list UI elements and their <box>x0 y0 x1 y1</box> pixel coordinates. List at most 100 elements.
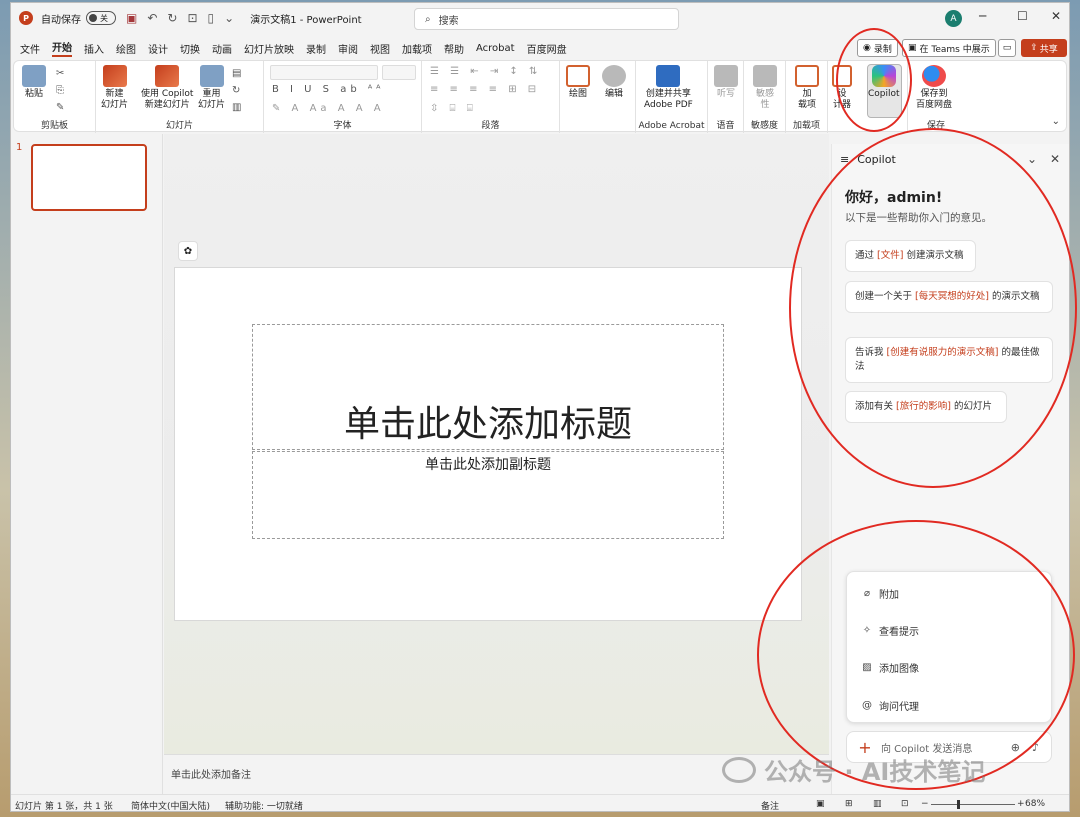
tab-file[interactable]: 文件 <box>20 41 40 56</box>
redo-icon[interactable]: ↻ <box>167 11 177 25</box>
layout-tools[interactable]: ▤ ↻ ▥ <box>232 65 241 116</box>
tab-acrobat[interactable]: Acrobat <box>476 43 515 54</box>
align-row[interactable]: ≡ ≡ ≡ ≡ ⊞ ⊟ <box>430 84 540 95</box>
dictate-button[interactable]: 听写 <box>714 65 738 100</box>
sensitivity-button[interactable]: 敏感 性 <box>753 65 777 111</box>
font-format-row[interactable]: B I U S ab ᴬᴬ <box>272 84 384 95</box>
slide-thumbnail[interactable] <box>31 144 147 211</box>
designer-button[interactable]: 设 计器 <box>832 65 852 111</box>
suggestion-card[interactable]: 告诉我 [创建有说服力的演示文稿] 的最佳做法 <box>845 337 1053 383</box>
hamburger-icon[interactable]: ≡ <box>840 153 849 166</box>
status-bar: 幻灯片 第 1 张，共 1 张 简体中文(中国大陆) 辅助功能: 一切就绪 备注… <box>11 794 1069 812</box>
tab-baidu[interactable]: 百度网盘 <box>527 41 567 56</box>
suggestion-card[interactable]: 创建一个关于 [每天冥想的好处] 的演示文稿 <box>845 281 1053 313</box>
zoom-slider[interactable] <box>931 804 1015 805</box>
new-slide-button[interactable]: 新建 幻灯片 <box>101 65 128 111</box>
create-pdf-button[interactable]: 创建并共享 Adobe PDF <box>644 65 693 111</box>
tab-transitions[interactable]: 切换 <box>180 41 200 56</box>
editing-button[interactable]: 编辑 <box>602 65 626 100</box>
font-group-label: 字体 <box>333 121 352 131</box>
tab-help[interactable]: 帮助 <box>444 41 464 56</box>
paste-button[interactable]: 粘贴 <box>22 65 46 100</box>
tab-view[interactable]: 视图 <box>370 41 390 56</box>
tab-draw[interactable]: 绘图 <box>116 41 136 56</box>
title-placeholder[interactable]: 单击此处添加标题 <box>252 324 724 450</box>
slide-thumbnails: 1 <box>11 134 163 794</box>
copilot-button[interactable]: Copilot <box>868 65 900 100</box>
document-title: 演示文稿1 - PowerPoint <box>250 14 362 26</box>
tab-design[interactable]: 设计 <box>148 41 168 56</box>
present-icon[interactable]: ⊡ <box>187 11 197 25</box>
normal-view-icon[interactable]: ▣ <box>816 799 825 809</box>
suggestion-card[interactable]: 添加有关 [旅行的影响] 的幻灯片 <box>845 391 1007 423</box>
comment-icon: ▭ <box>1002 43 1012 53</box>
customize-qat-icon[interactable]: ⌄ <box>224 11 234 25</box>
menu-item-view-prompts[interactable]: ✧ 查看提示 <box>861 623 919 638</box>
comments-button[interactable]: ▭ <box>998 39 1016 57</box>
zoom-in-icon[interactable]: + <box>1017 799 1025 809</box>
list-row[interactable]: ☰ ☰ ⇤ ⇥ ↕ ⇅ <box>430 66 541 77</box>
reading-view-icon[interactable]: ▥ <box>873 799 882 809</box>
spacing-row[interactable]: ⇳ ⌸ ⌸ <box>430 103 477 114</box>
tab-insert[interactable]: 插入 <box>84 41 104 56</box>
undo-icon[interactable]: ↶ <box>147 11 157 25</box>
menu-item-add-image[interactable]: ▨ 添加图像 <box>861 660 919 675</box>
tab-animations[interactable]: 动画 <box>212 41 232 56</box>
designer-chip-icon[interactable]: ✿ <box>178 241 198 261</box>
clipboard-group-label: 剪贴板 <box>40 121 68 131</box>
reuse-slides-button[interactable]: 重用 幻灯片 <box>198 65 225 111</box>
group-sensitivity: 敏感 性 敏感度 <box>744 61 786 133</box>
font-name-box[interactable] <box>270 65 378 80</box>
autosave-state: 关 <box>100 13 108 23</box>
slide-canvas[interactable]: 单击此处添加标题 单击此处添加副标题 <box>174 267 802 621</box>
menu-item-ask-agent[interactable]: @ 询问代理 <box>861 698 919 713</box>
pane-close-icon[interactable]: ✕ <box>1050 152 1060 166</box>
globe-icon[interactable]: ⊕ <box>1011 741 1020 754</box>
tab-slideshow[interactable]: 幻灯片放映 <box>244 41 294 56</box>
tab-addins[interactable]: 加载项 <box>402 41 432 56</box>
tab-home[interactable]: 开始 <box>52 39 72 57</box>
zoom-level[interactable]: 68% <box>1025 799 1045 809</box>
accessibility-status[interactable]: 辅助功能: 一切就绪 <box>225 799 303 811</box>
ribbon-collapse-icon[interactable]: ⌄ <box>1052 116 1060 127</box>
minimize-icon[interactable]: ─ <box>979 9 986 23</box>
language-status[interactable]: 简体中文(中国大陆) <box>131 799 210 811</box>
font-color-row[interactable]: ✎ A Aa A A A <box>272 103 385 114</box>
addins-button[interactable]: 加 载项 <box>795 65 819 111</box>
drawing-button[interactable]: 绘图 <box>566 65 590 100</box>
save-group-label: 保存 <box>926 121 945 131</box>
new-file-icon[interactable]: ▯ <box>208 11 215 25</box>
present-in-teams-button[interactable]: ▣ 在 Teams 中展示 <box>902 39 996 57</box>
sorter-view-icon[interactable]: ⊞ <box>845 799 853 809</box>
close-icon[interactable]: ✕ <box>1051 9 1061 23</box>
clipboard-tools[interactable]: ✂ ⎘ ✎ <box>56 65 64 116</box>
slide-count: 幻灯片 第 1 张，共 1 张 <box>15 802 113 812</box>
zoom-out-icon[interactable]: − <box>921 799 929 809</box>
copilot-pane-header: ≡ Copilot <box>840 153 896 166</box>
suggestion-text: 通过 <box>855 250 878 261</box>
slideshow-view-icon[interactable]: ⊡ <box>901 799 909 809</box>
save-to-baidu-button[interactable]: 保存到 百度网盘 <box>916 65 952 111</box>
powerpoint-logo-icon: P <box>19 11 33 25</box>
autosave-toggle[interactable]: 关 <box>86 11 116 25</box>
notes-toggle[interactable]: 备注 <box>761 799 779 811</box>
subtitle-placeholder[interactable]: 单击此处添加副标题 <box>252 451 724 539</box>
font-size-box[interactable] <box>382 65 416 80</box>
suggestion-text: 创建演示文稿 <box>903 250 964 261</box>
record-button[interactable]: ◉ 录制 <box>857 39 898 57</box>
microphone-icon[interactable]: ♪ <box>1032 741 1039 754</box>
share-button[interactable]: ⇪ 共享 <box>1021 39 1067 57</box>
teams-icon: ▣ <box>908 43 917 53</box>
search-box[interactable]: ⌕ 搜索 <box>414 8 679 30</box>
avatar[interactable]: A <box>945 10 962 27</box>
tab-record[interactable]: 录制 <box>306 41 326 56</box>
zoom-slider-thumb[interactable] <box>957 800 960 809</box>
save-icon[interactable]: ▣ <box>126 11 137 25</box>
copilot-new-slide-button[interactable]: 使用 Copilot 新建幻灯片 <box>141 65 193 111</box>
suggestion-card[interactable]: 通过 [文件] 创建演示文稿 <box>845 240 976 272</box>
maximize-icon[interactable]: ☐ <box>1017 9 1028 23</box>
menu-item-attach[interactable]: ⌀ 附加 <box>861 586 899 601</box>
group-voice: 听写 语音 <box>708 61 744 133</box>
chevron-down-icon[interactable]: ⌄ <box>1027 152 1037 166</box>
tab-review[interactable]: 审阅 <box>338 41 358 56</box>
